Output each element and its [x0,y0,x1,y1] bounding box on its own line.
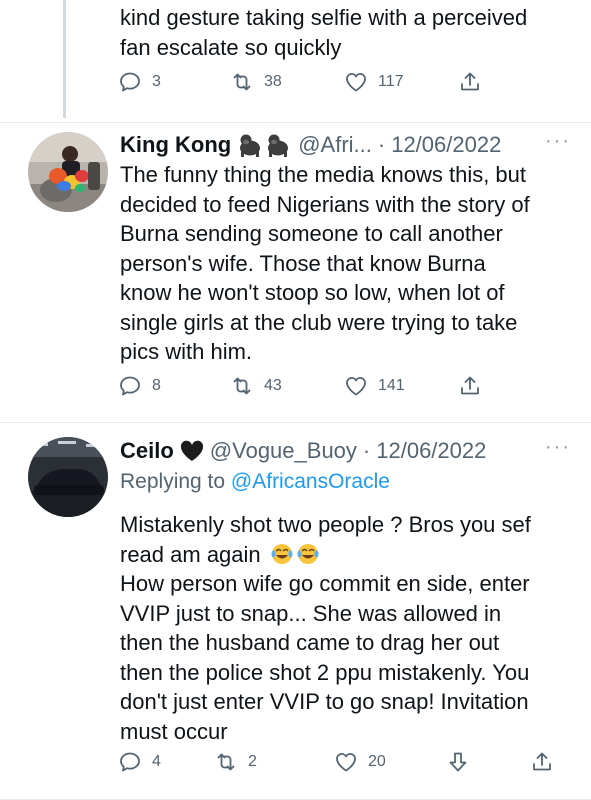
retweet-button[interactable]: 2 [214,750,257,774]
retweet-icon [217,753,235,771]
retweet-count: 43 [264,377,282,394]
retweet-button[interactable]: 43 [230,374,282,398]
like-count: 20 [368,753,386,770]
heart-icon [346,73,366,92]
avatar[interactable] [28,437,108,517]
tweet-header: Ceilo @Vogue_Buoy · 12/06/2022 ··· [120,436,571,466]
mention-link[interactable]: @AfricansOracle [231,470,390,493]
separator-dot: · [377,132,386,157]
tweet-date[interactable]: 12/06/2022 [376,438,486,464]
share-icon [461,376,479,395]
tweet-header: King Kong @Afri... · 12/06/2022 ··· [120,130,571,160]
share-icon [533,752,551,771]
reply-icon [120,752,140,772]
retweet-button[interactable]: 38 [230,70,282,94]
tweet-actions: 4 2 20 [118,750,578,780]
reply-button[interactable]: 4 [118,750,161,774]
tweet-1[interactable]: kind gesture taking selfie with a percei… [0,0,591,122]
more-icon[interactable]: ··· [545,130,571,153]
like-count: 117 [378,73,404,90]
reply-icon [120,72,140,92]
tweet-text: kind gesture taking selfie with a percei… [120,5,528,60]
heart-icon [336,753,356,772]
like-count: 141 [378,377,405,394]
black-heart-emoji [180,440,204,462]
retweet-count: 2 [248,753,257,770]
replying-to: Replying to @AfricansOracle [120,470,390,494]
tweet-date[interactable]: 12/06/2022 [391,132,501,158]
like-button[interactable]: 117 [344,70,404,94]
reply-button[interactable]: 8 [118,374,161,398]
handle[interactable]: @Vogue_Buoy [210,438,357,464]
reply-count: 8 [152,377,161,394]
share-icon [461,72,479,91]
share-button[interactable] [458,374,482,398]
tweet-3[interactable]: Ceilo @Vogue_Buoy · 12/06/2022 ··· Reply… [0,422,591,800]
like-button[interactable]: 20 [334,750,386,774]
tweet-text: Mistakenly shot two people ? Bros you se… [120,512,531,744]
display-name[interactable]: Ceilo [120,438,174,464]
replying-prefix: Replying to [120,470,226,493]
tweet-actions: 3 38 117 [118,70,578,100]
tweet-2[interactable]: King Kong @Afri... · 12/06/2022 ··· The … [0,122,591,422]
share-button[interactable] [530,750,554,774]
reply-count: 3 [152,73,161,90]
handle[interactable]: @Afri... [298,132,372,158]
share-button[interactable] [458,70,482,94]
retweet-icon [233,377,251,395]
tweet-actions: 8 43 141 [118,374,578,404]
reply-button[interactable]: 3 [118,70,161,94]
retweet-count: 38 [264,73,282,90]
tweet-text: The funny thing the media knows this, bu… [120,162,530,364]
tears-of-joy-emoji [271,543,319,564]
reply-icon [120,376,140,396]
separator-dot: · [362,438,371,463]
like-button[interactable]: 141 [344,374,405,398]
retweet-icon [233,73,251,91]
reply-count: 4 [152,753,161,770]
downvote-arrow-icon [449,752,467,772]
gorilla-emoji [237,133,292,157]
avatar[interactable] [28,132,108,212]
heart-icon [346,377,366,396]
display-name[interactable]: King Kong [120,132,231,158]
more-icon[interactable]: ··· [545,436,571,459]
downvote-button[interactable] [446,750,470,774]
